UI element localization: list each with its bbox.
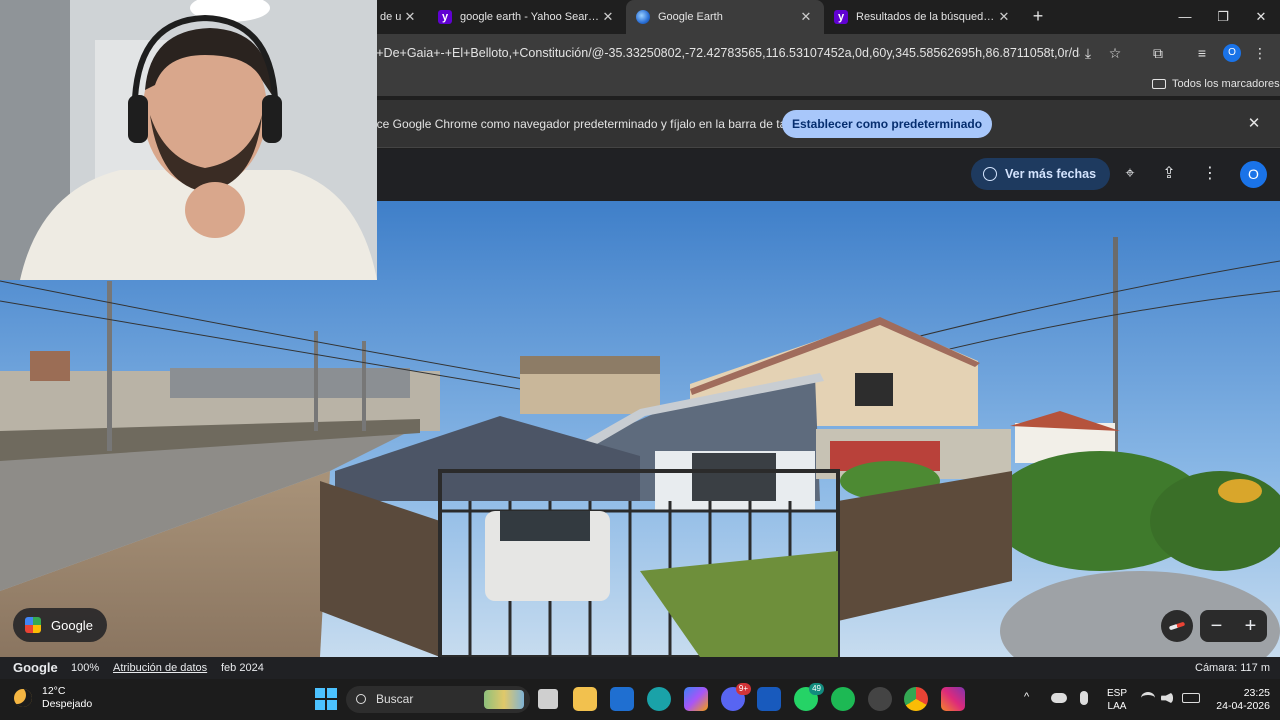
volume-icon[interactable]	[1161, 692, 1173, 704]
tab-yahoo-search[interactable]: y google earth - Yahoo Search Tu ✕	[428, 0, 626, 34]
infobar-message: ece Google Chrome como navegador predete…	[370, 117, 810, 131]
discord-icon[interactable]: 9+	[721, 683, 751, 711]
microphone-icon[interactable]	[1080, 691, 1088, 705]
zoom-level: 100%	[71, 662, 100, 674]
install-app-icon[interactable]: ⤓	[1078, 43, 1098, 63]
tab-title: de u	[380, 11, 402, 23]
more-options-icon[interactable]: ⋮	[1199, 163, 1221, 185]
search-highlight-image	[484, 690, 524, 709]
screenshot-icon[interactable]: ⌖	[1119, 163, 1141, 185]
tab-search-results[interactable]: y Resultados de la búsqueda de ✕	[824, 0, 1022, 34]
bookmark-star-icon[interactable]: ☆	[1105, 43, 1125, 63]
zoom-in-button[interactable]: +	[1234, 610, 1267, 642]
media-controls-icon[interactable]: ≡	[1192, 43, 1212, 63]
whatsapp-badge: 49	[809, 683, 824, 695]
tab-title: Resultados de la búsqueda de	[856, 11, 996, 23]
menu-kebab-icon[interactable]: ⋮	[1250, 43, 1270, 63]
clock-time: 23:25	[1243, 687, 1270, 699]
google-chip-label: Google	[51, 617, 93, 633]
keyboard-layout: LAA	[1107, 701, 1127, 712]
google-earth-icon	[636, 10, 650, 24]
edge-icon[interactable]	[647, 687, 671, 711]
copilot-icon[interactable]	[684, 687, 708, 711]
close-infobar-icon[interactable]: ✕	[1244, 114, 1264, 134]
maximize-button[interactable]: ❐	[1204, 0, 1242, 34]
moon-icon	[14, 689, 32, 707]
google-street-view-chip[interactable]: Google	[13, 608, 107, 642]
language-code: ESP	[1106, 688, 1127, 699]
more-dates-button[interactable]: Ver más fechas	[971, 158, 1111, 190]
onedrive-icon[interactable]	[1051, 693, 1067, 703]
close-window-button[interactable]: ✕	[1242, 0, 1280, 34]
language-indicator[interactable]: ESP LAA	[1104, 687, 1130, 713]
history-icon	[983, 167, 997, 181]
compass-button[interactable]	[1161, 610, 1193, 642]
account-avatar[interactable]: O	[1240, 161, 1267, 188]
tab-partial[interactable]: de u ✕	[370, 0, 428, 34]
search-icon	[356, 694, 366, 704]
instagram-icon[interactable]	[941, 687, 965, 711]
zoom-out-button[interactable]: −	[1200, 610, 1233, 642]
webcam-overlay	[0, 0, 377, 280]
close-icon[interactable]: ✕	[996, 9, 1012, 25]
tab-title: Google Earth	[658, 11, 723, 23]
microsoft-store-icon[interactable]	[610, 687, 634, 711]
yahoo-icon: y	[438, 10, 452, 24]
weather-widget[interactable]: 12°C Despejado	[14, 685, 92, 711]
close-icon[interactable]: ✕	[600, 9, 616, 25]
compass-needle-icon	[1168, 621, 1186, 631]
tab-google-earth[interactable]: Google Earth ✕	[626, 0, 824, 34]
folder-label: Todos los marcadores	[1172, 78, 1280, 90]
spotify-icon[interactable]	[831, 687, 855, 711]
taskbar-search[interactable]: Buscar	[346, 686, 530, 713]
file-explorer-icon[interactable]	[573, 687, 597, 711]
earth-status-bar: Google 100% Atribución de datos feb 2024…	[0, 657, 1280, 679]
pegman-icon	[25, 617, 41, 633]
minimize-button[interactable]: —	[1166, 0, 1204, 34]
temperature: 12°C	[42, 685, 66, 697]
close-icon[interactable]: ✕	[798, 9, 814, 25]
wifi-icon[interactable]	[1141, 692, 1155, 704]
chrome-icon[interactable]	[904, 687, 928, 711]
app-icon[interactable]	[868, 687, 892, 711]
windows-taskbar: 12°C Despejado Buscar 9+ 49 ^ ESP LAA 23…	[0, 679, 1280, 720]
profile-avatar[interactable]: O	[1223, 44, 1241, 62]
share-icon[interactable]: ⇪	[1158, 163, 1180, 185]
system-clock[interactable]: 23:25 24-04-2026	[1208, 687, 1270, 713]
set-default-button[interactable]: Establecer como predeterminado	[782, 110, 993, 138]
word-icon[interactable]	[757, 687, 781, 711]
more-dates-label: Ver más fechas	[1005, 167, 1097, 181]
screen: de u ✕ y google earth - Yahoo Search Tu …	[0, 0, 1280, 720]
camera-altitude: Cámara: 117 m	[1195, 662, 1270, 674]
start-button[interactable]	[314, 687, 338, 711]
task-view-icon[interactable]	[538, 689, 558, 709]
tab-title: google earth - Yahoo Search Tu	[460, 11, 600, 23]
discord-badge: 9+	[735, 683, 751, 695]
whatsapp-icon[interactable]: 49	[794, 683, 824, 711]
close-icon[interactable]: ✕	[402, 9, 418, 25]
imagery-date: feb 2024	[221, 662, 264, 674]
yahoo-icon: y	[834, 10, 848, 24]
extensions-icon[interactable]: ⧉	[1148, 43, 1168, 63]
clock-date: 24-04-2026	[1216, 700, 1270, 712]
new-tab-button[interactable]: +	[1028, 6, 1048, 26]
address-bar[interactable]: s+De+Gaia+-+El+Belloto,+Constitución/@-3…	[370, 39, 1080, 67]
search-label: Buscar	[376, 692, 414, 706]
data-attribution-link[interactable]: Atribución de datos	[113, 657, 207, 679]
battery-icon[interactable]	[1182, 693, 1200, 703]
folder-icon	[1152, 79, 1166, 89]
all-bookmarks-folder[interactable]: Todos los marcadores	[1152, 76, 1280, 92]
webcam-feed-image	[0, 0, 377, 280]
zoom-controls: − +	[1200, 610, 1267, 642]
google-logo: Google	[13, 660, 58, 675]
chevron-up-icon[interactable]: ^	[1024, 691, 1038, 705]
weather-condition: Despejado	[42, 698, 93, 710]
